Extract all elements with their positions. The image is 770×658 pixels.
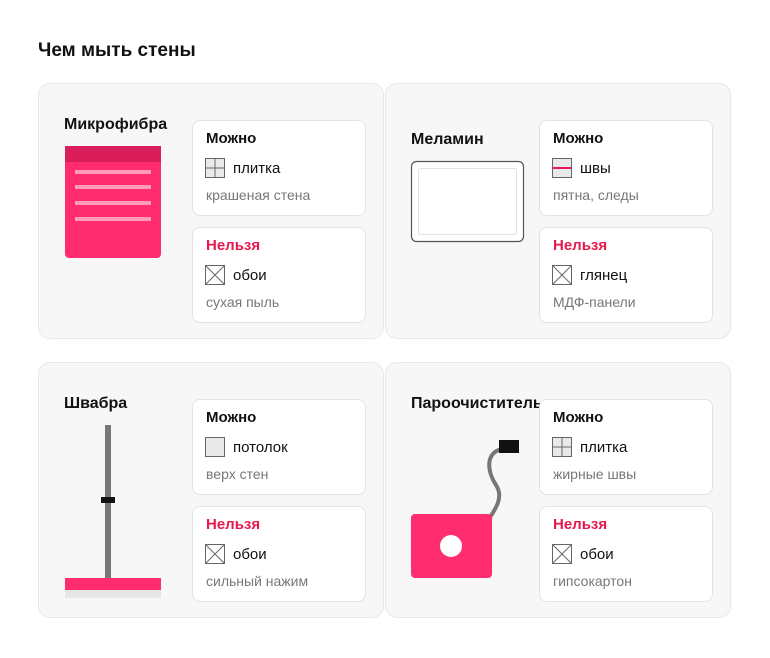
forbidden-heading: Нельзя <box>553 237 608 254</box>
page-title: Чем мыть стены <box>38 40 196 61</box>
forbidden-note: гипсокартон <box>553 573 632 589</box>
forbidden-box: Нельзя обои сильный нажим <box>192 506 366 602</box>
card-microfiber: Микрофибра Можно плитка крашеная стена Н… <box>38 83 384 339</box>
allowed-box: Можно плитка крашеная стена <box>192 120 366 216</box>
allowed-item: плитка <box>580 438 628 456</box>
forbidden-heading: Нельзя <box>553 516 608 533</box>
forbidden-note: МДФ-панели <box>553 294 636 310</box>
cross-icon <box>205 544 225 564</box>
forbidden-item: глянец <box>580 266 628 284</box>
allowed-heading: Можно <box>553 130 604 147</box>
card-steam-cleaner: Пароочиститель Можно плитка жирные швы Н… <box>385 362 731 618</box>
allowed-heading: Можно <box>206 409 257 426</box>
card-mop: Швабра Можно потолок верх стен Нельзя об… <box>38 362 384 618</box>
allowed-item: плитка <box>233 159 281 177</box>
forbidden-note: сильный нажим <box>206 573 309 589</box>
allowed-note: пятна, следы <box>553 187 639 203</box>
forbidden-note: сухая пыль <box>206 294 280 310</box>
allowed-box: Можно потолок верх стен <box>192 399 366 495</box>
allowed-heading: Можно <box>206 130 257 147</box>
forbidden-box: Нельзя обои гипсокартон <box>539 506 713 602</box>
forbidden-box: Нельзя обои сухая пыль <box>192 227 366 323</box>
forbidden-heading: Нельзя <box>206 516 261 533</box>
cross-icon <box>552 265 572 285</box>
forbidden-item: обои <box>233 545 267 563</box>
cross-icon <box>552 544 572 564</box>
allowed-box: Можно плитка жирные швы <box>539 399 713 495</box>
ceiling-icon <box>205 437 225 457</box>
allowed-item: потолок <box>233 438 288 456</box>
allowed-note: крашеная стена <box>206 187 311 203</box>
forbidden-heading: Нельзя <box>206 237 261 254</box>
allowed-note: жирные швы <box>553 466 637 482</box>
tile-icon <box>552 437 572 457</box>
card-melamine: Меламин Можно швы пятна, следы Нельзя гл… <box>385 83 731 339</box>
allowed-note: верх стен <box>206 466 269 482</box>
forbidden-item: обои <box>580 545 614 563</box>
seam-icon <box>552 158 572 178</box>
allowed-heading: Можно <box>553 409 604 426</box>
tile-icon <box>205 158 225 178</box>
cross-icon <box>205 265 225 285</box>
allowed-item: швы <box>580 159 611 177</box>
forbidden-box: Нельзя глянец МДФ-панели <box>539 227 713 323</box>
forbidden-item: обои <box>233 266 267 284</box>
allowed-box: Можно швы пятна, следы <box>539 120 713 216</box>
